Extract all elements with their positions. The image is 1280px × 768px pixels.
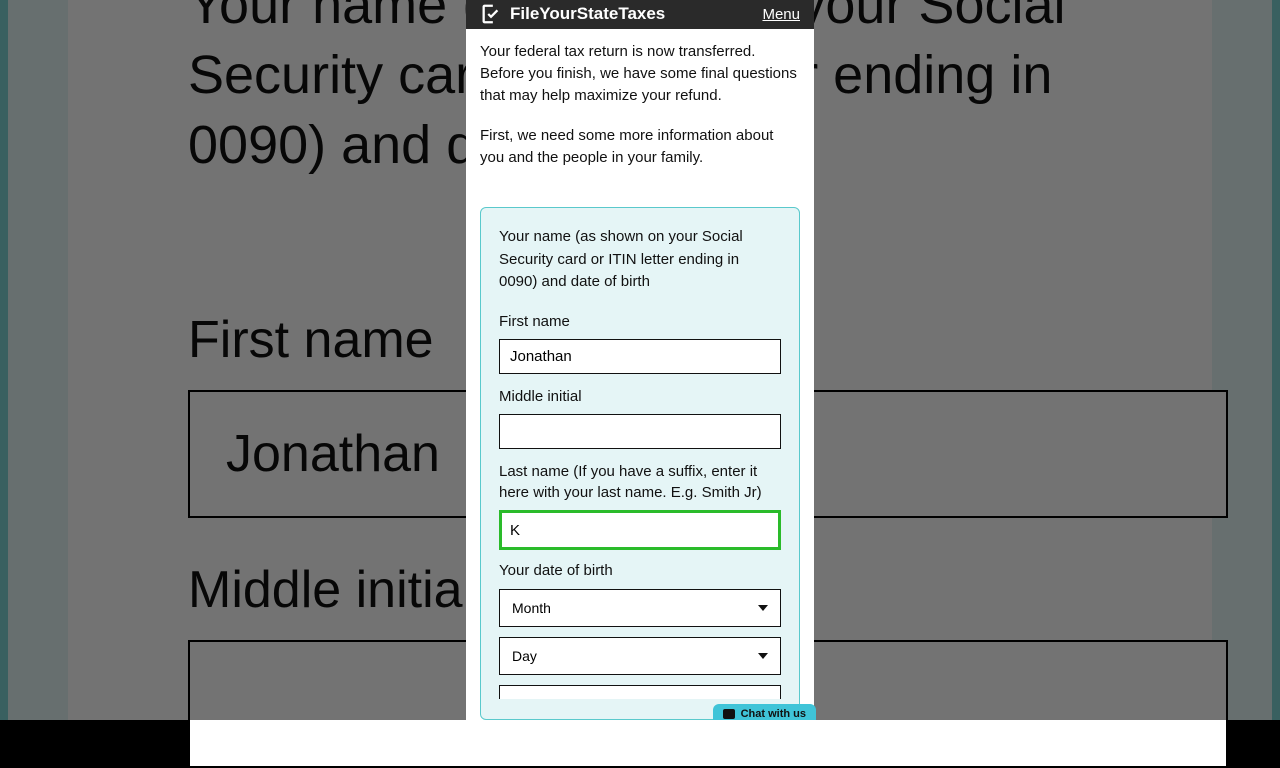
chat-icon bbox=[723, 709, 735, 719]
first-name-label: First name bbox=[499, 311, 781, 333]
middle-initial-label: Middle initial bbox=[499, 386, 781, 408]
first-name-field: First name bbox=[499, 311, 781, 374]
first-name-input[interactable] bbox=[499, 339, 781, 374]
chat-with-us-button[interactable]: Chat with us bbox=[713, 704, 816, 720]
app-header: FileYourStateTaxes Menu bbox=[466, 0, 814, 29]
last-name-input[interactable] bbox=[499, 510, 781, 550]
brand-check-icon bbox=[480, 3, 502, 25]
intro-paragraph-2: First, we need some more information abo… bbox=[480, 125, 800, 169]
dob-label: Your date of birth bbox=[499, 562, 781, 579]
last-name-label: Last name (If you have a suffix, enter i… bbox=[499, 461, 781, 505]
dob-month-select[interactable]: Month bbox=[499, 589, 781, 627]
mobile-viewport: FileYourStateTaxes Menu Your federal tax… bbox=[466, 0, 814, 720]
last-name-field: Last name (If you have a suffix, enter i… bbox=[499, 461, 781, 551]
dob-day-value: Day bbox=[512, 648, 537, 664]
intro-paragraph-1: Your federal tax return is now transferr… bbox=[480, 41, 800, 108]
chevron-down-icon bbox=[758, 605, 768, 611]
dob-day-select[interactable]: Day bbox=[499, 637, 781, 675]
dob-month-value: Month bbox=[512, 600, 551, 616]
card-heading: Your name (as shown on your Social Secur… bbox=[499, 226, 781, 293]
middle-initial-field: Middle initial bbox=[499, 386, 781, 449]
intro-copy: Your federal tax return is now transferr… bbox=[466, 29, 814, 188]
middle-initial-input[interactable] bbox=[499, 414, 781, 449]
menu-link[interactable]: Menu bbox=[762, 6, 800, 23]
dob-year-select[interactable] bbox=[499, 685, 781, 699]
brand-text: FileYourStateTaxes bbox=[510, 4, 665, 24]
chat-label: Chat with us bbox=[741, 708, 806, 720]
chevron-down-icon bbox=[758, 653, 768, 659]
brand[interactable]: FileYourStateTaxes bbox=[480, 3, 665, 25]
name-dob-card: Your name (as shown on your Social Secur… bbox=[480, 207, 800, 720]
